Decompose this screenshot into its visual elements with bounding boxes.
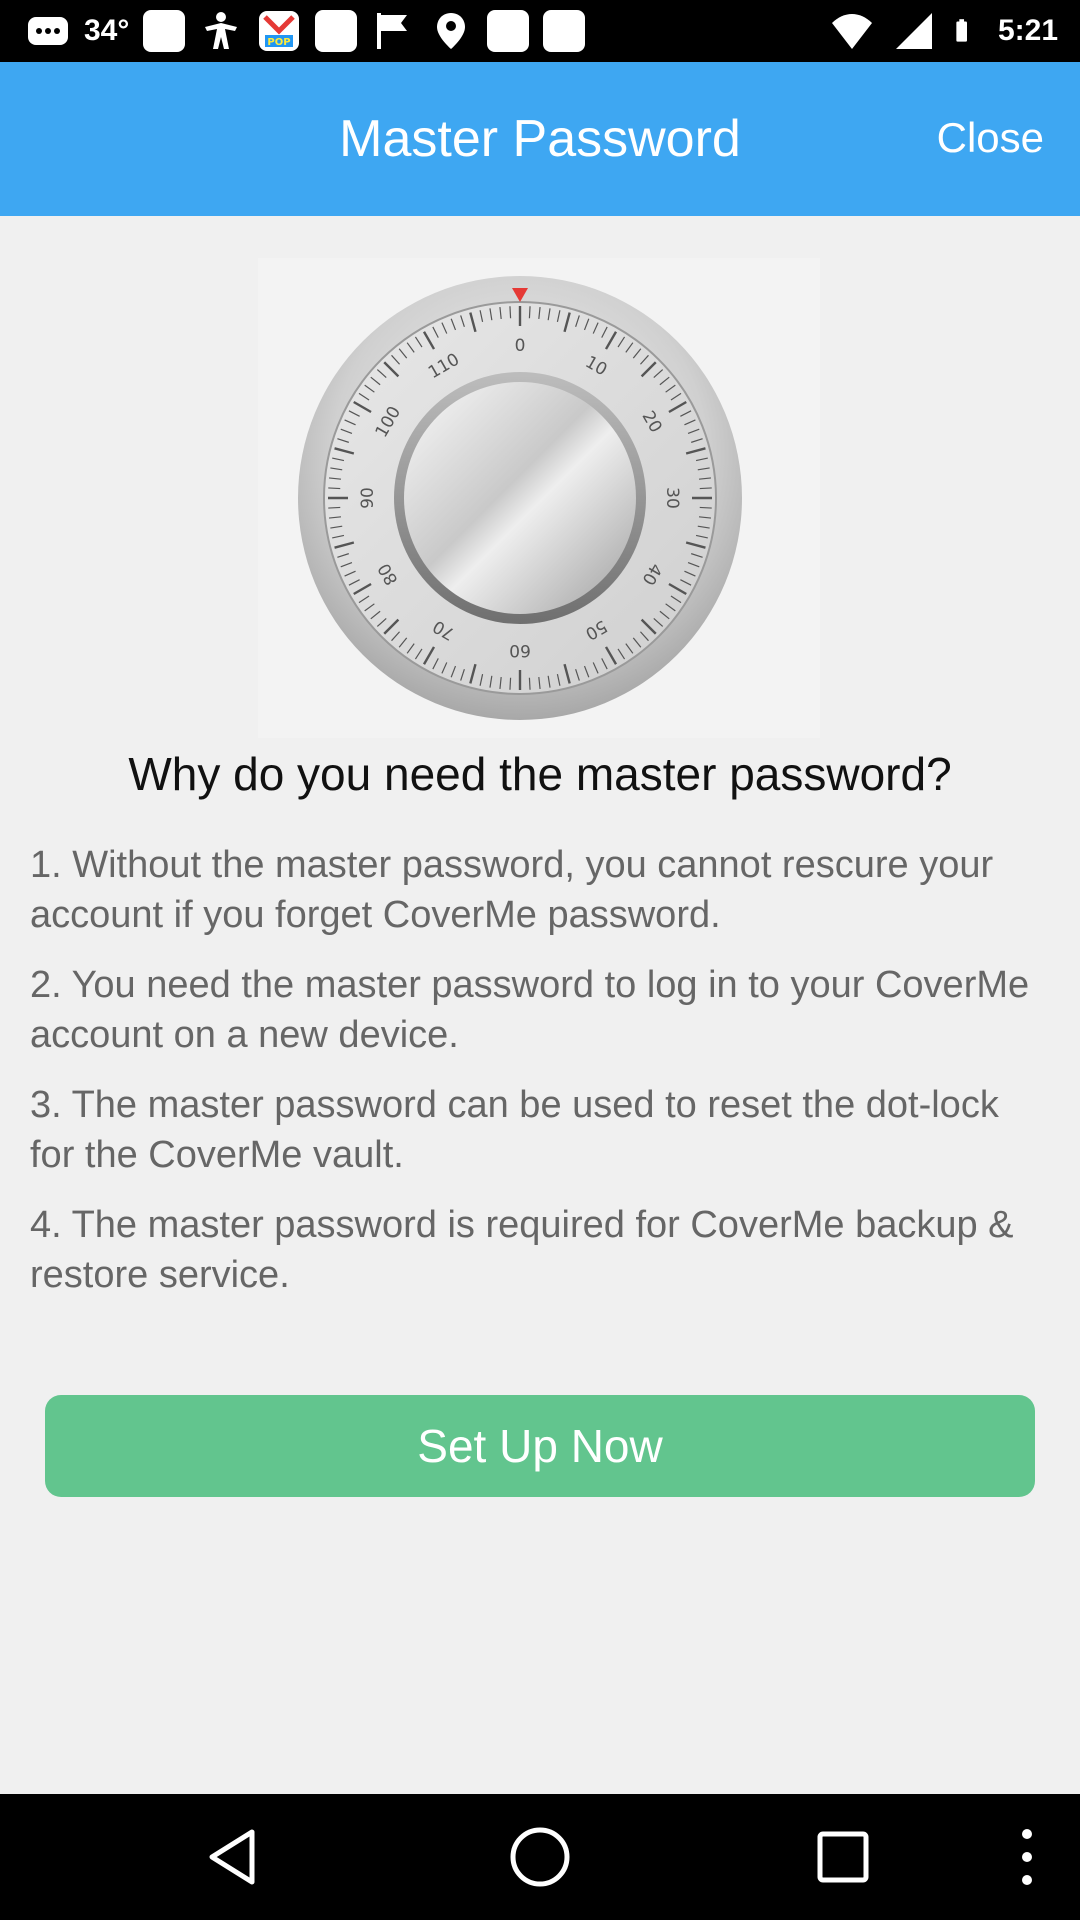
- svg-text:POP: POP: [268, 37, 291, 48]
- status-bar-left: 34° POP: [26, 0, 586, 62]
- dial-number-label: 0: [515, 336, 526, 356]
- dial-tick: [699, 506, 712, 509]
- pop-app-icon: POP: [259, 11, 300, 51]
- dial-tick: [328, 487, 341, 490]
- status-time: 5:21: [997, 14, 1058, 47]
- list-item: 3. The master password can be used to re…: [30, 1084, 999, 1176]
- dial-number-label: 30: [662, 487, 682, 509]
- dial-knob: [404, 382, 636, 614]
- square-icon: [315, 10, 358, 52]
- combination-dial-icon: 0102030405060708090100110: [298, 276, 742, 720]
- messages-icon: [28, 17, 68, 45]
- list-item: 4. The master password is required for C…: [30, 1204, 1014, 1296]
- navigation-bar: [0, 1794, 1080, 1920]
- dial-number-label: 60: [509, 640, 531, 660]
- app-bar: Master Password Close: [0, 62, 1080, 216]
- dial-tick: [509, 677, 512, 690]
- dial-tick: [528, 306, 531, 319]
- notification-square-icon: [143, 10, 186, 52]
- recents-icon[interactable]: [808, 1822, 878, 1892]
- dial-tick: [328, 506, 341, 509]
- figure-icon: [205, 12, 238, 49]
- back-icon[interactable]: [200, 1822, 270, 1892]
- page-title: Master Password: [339, 110, 741, 168]
- question-heading: Why do you need the master password?: [128, 748, 952, 800]
- home-icon[interactable]: [505, 1822, 575, 1892]
- combination-dial-image: 0 10 20 30 40 50 60 70 80 90 100 110: [258, 258, 820, 738]
- square-icon: [487, 10, 530, 52]
- dial-number-label: 90: [358, 487, 378, 509]
- cellular-signal-icon: [895, 13, 932, 49]
- dial-tick: [528, 677, 531, 690]
- wifi-icon: [831, 14, 872, 49]
- set-up-now-button[interactable]: Set Up Now: [45, 1395, 1035, 1497]
- square-icon: [543, 10, 586, 52]
- reasons-list: 1. Without the master password, you cann…: [30, 840, 1050, 1320]
- dial-tick: [509, 306, 512, 319]
- list-item: 1. Without the master password, you cann…: [30, 844, 994, 936]
- signal-text: 34°: [84, 14, 130, 47]
- battery-icon: [956, 19, 967, 42]
- list-item: 2. You need the master password to log i…: [30, 964, 1030, 1056]
- location-pin-icon: [437, 13, 466, 49]
- status-bar: 34° POP 5:21: [0, 0, 1080, 62]
- close-button[interactable]: Close: [937, 114, 1044, 162]
- menu-icon[interactable]: [992, 1822, 1062, 1892]
- status-bar-right: 5:21: [830, 0, 1058, 62]
- dial-tick: [699, 487, 712, 490]
- flag-icon: [377, 13, 408, 49]
